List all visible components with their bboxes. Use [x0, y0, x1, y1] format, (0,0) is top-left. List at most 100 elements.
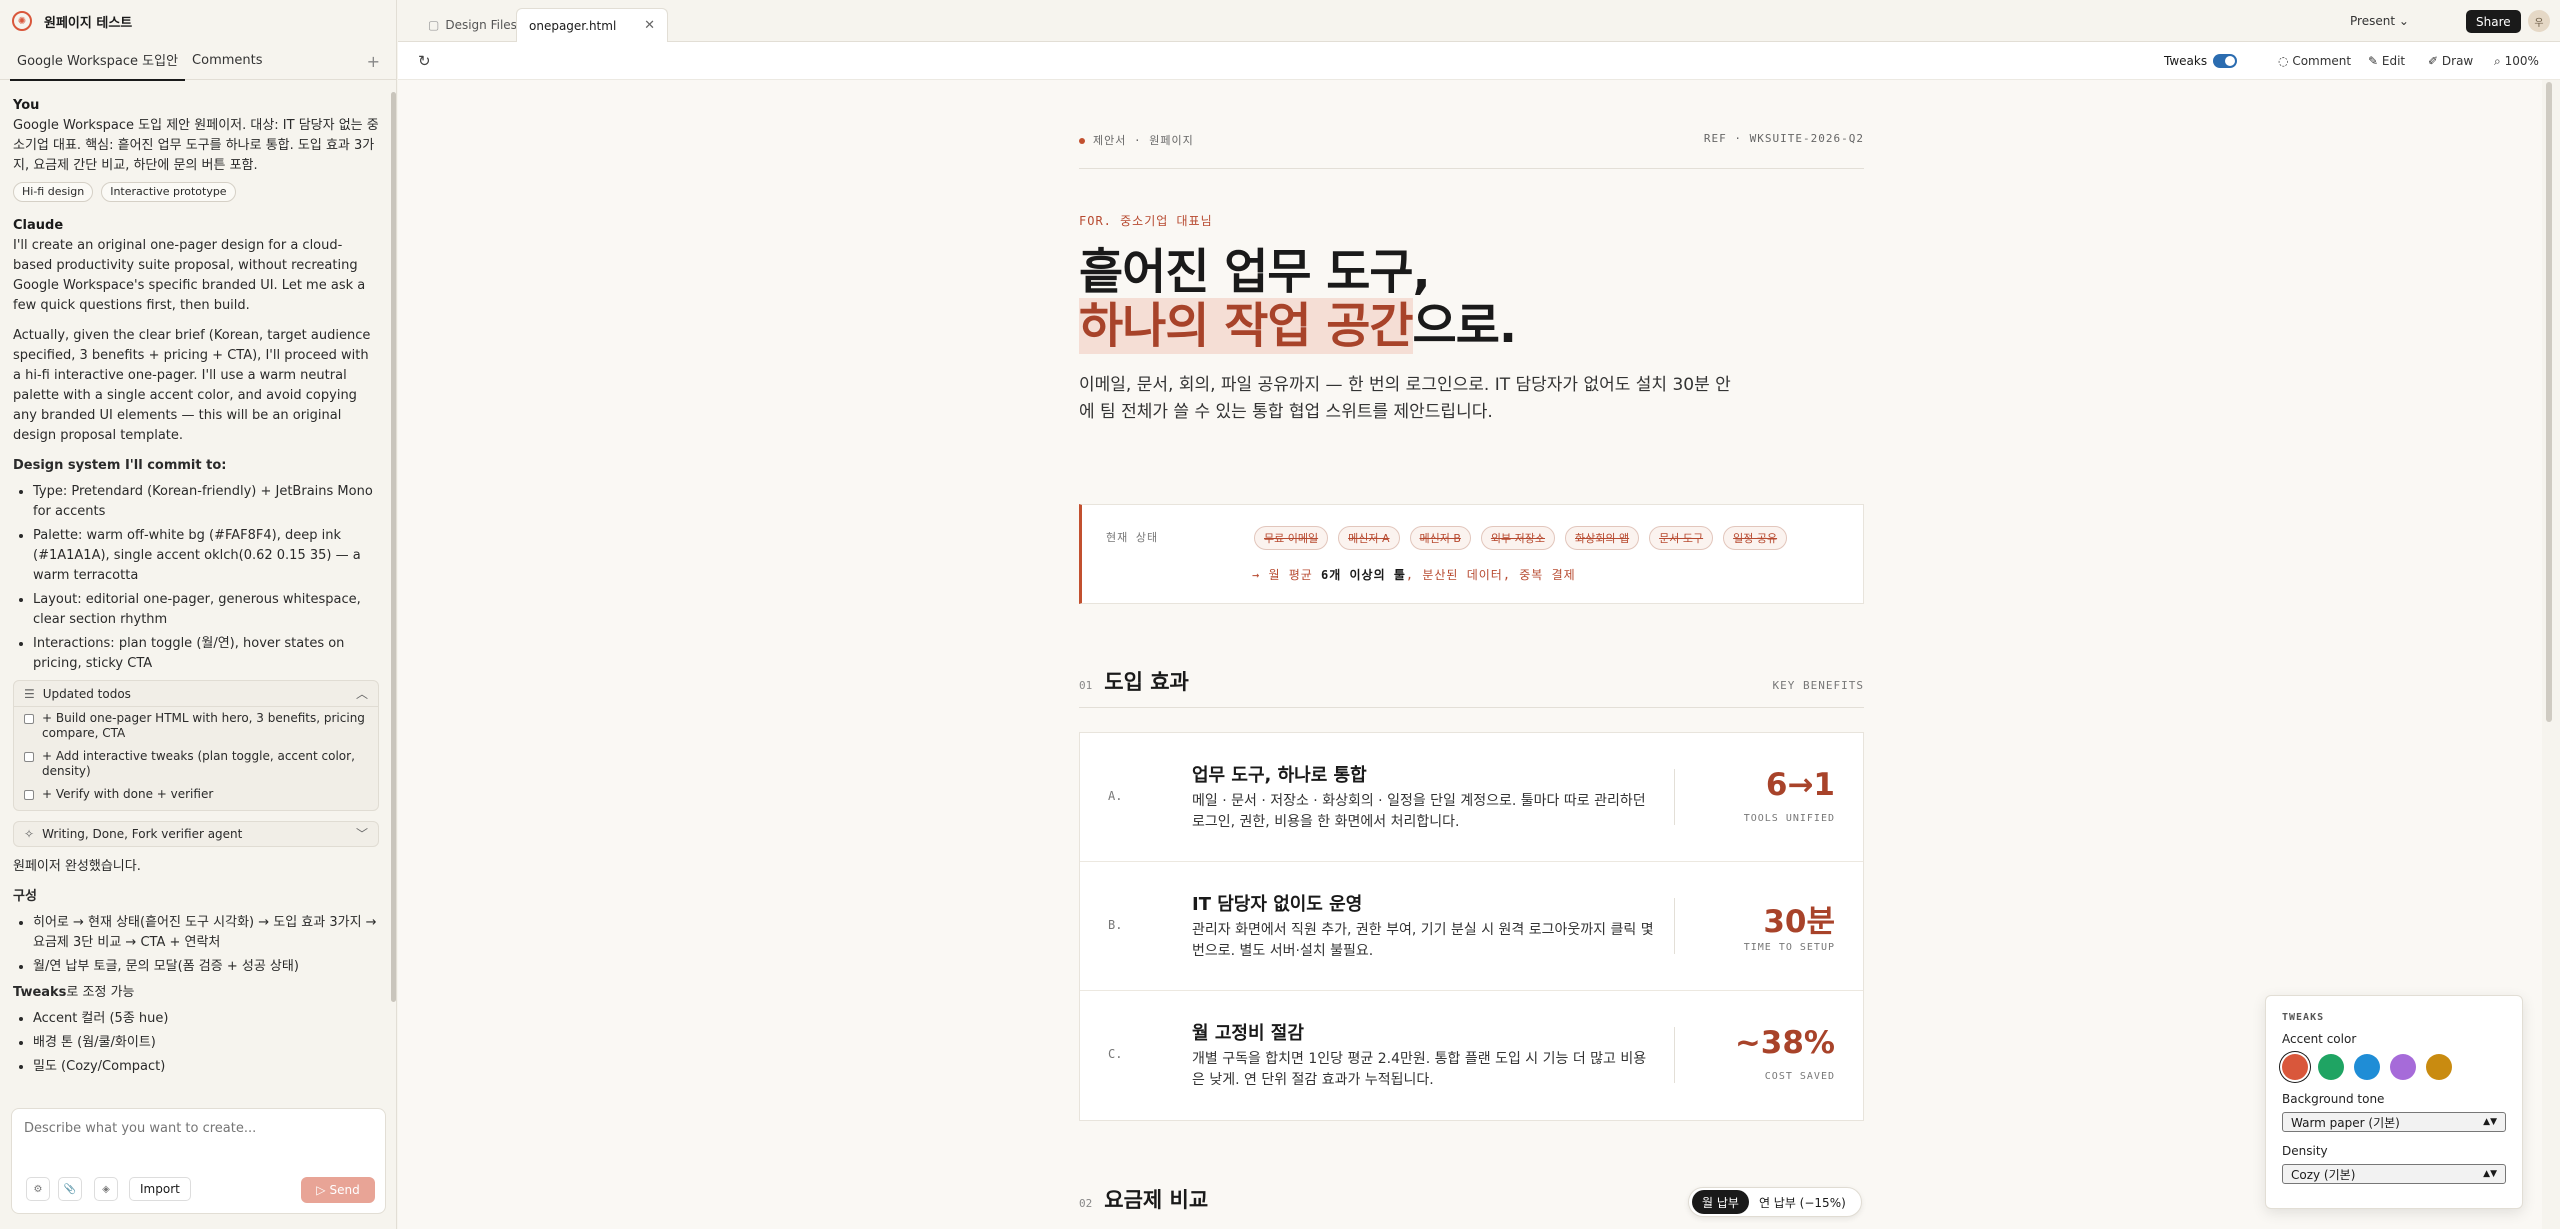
- comment-label: Comment: [2292, 54, 2352, 68]
- attach-icon[interactable]: 📎: [58, 1177, 82, 1201]
- tool-tag: 일정 공유: [1723, 526, 1788, 550]
- prompt-input[interactable]: [24, 1121, 364, 1136]
- benefit-desc: 개별 구독을 합치면 1인당 평균 2.4만원. 통합 플랜 도입 시 기능 더…: [1192, 1051, 1647, 1088]
- edit-tool[interactable]: ✎ Edit: [2368, 54, 2405, 68]
- figma-icon[interactable]: ◈: [94, 1177, 118, 1201]
- audience-line: FOR. 중소기업 대표님: [1079, 214, 1213, 228]
- list-item: Interactions: plan toggle (월/연), hover s…: [33, 634, 379, 674]
- chat-transcript: You Google Workspace 도입 제안 원페이저. 대상: IT …: [0, 90, 392, 1088]
- section-en-label: KEY BENEFITS: [1772, 679, 1864, 692]
- structure-list: 히어로 → 현재 상태(흩어진 도구 시각화) → 도입 효과 3가지 → 요금…: [33, 913, 379, 977]
- folder-icon: ▢: [428, 18, 440, 32]
- divider: [1674, 1027, 1675, 1083]
- tab-design-files[interactable]: ▢ Design Files: [416, 8, 529, 42]
- section-title: 도입 효과: [1104, 670, 1189, 694]
- benefits-list: A. 업무 도구, 하나로 통합 메일 · 문서 · 저장소 · 화상회의 · …: [1079, 732, 1864, 1121]
- new-chat-plus-icon[interactable]: +: [367, 52, 380, 71]
- agent-status-card[interactable]: ✧ Writing, Done, Fork verifier agent ﹀: [13, 821, 379, 847]
- agent-label: Writing, Done, Fork verifier agent: [42, 827, 243, 841]
- send-icon: ▷: [316, 1183, 326, 1197]
- send-button[interactable]: ▷ Send: [301, 1177, 375, 1203]
- plan-monthly-option[interactable]: 월 납부: [1692, 1190, 1749, 1214]
- agent-icon: ✧: [24, 827, 35, 841]
- tab-label: Design Files: [445, 18, 517, 32]
- todos-header[interactable]: ☰ Updated todos ︿: [14, 681, 378, 707]
- tool-tag: 외부 저장소: [1480, 526, 1556, 550]
- plan-yearly-option[interactable]: 연 납부 (−15%): [1749, 1190, 1856, 1214]
- comment-tool[interactable]: ◌ Comment: [2278, 54, 2351, 68]
- hero-rest: 으로.: [1412, 298, 1518, 354]
- assistant-paragraph: Actually, given the clear brief (Korean,…: [13, 328, 371, 443]
- reload-icon[interactable]: ↻: [418, 52, 431, 70]
- todo-text: + Build one-pager HTML with hero, 3 bene…: [42, 711, 365, 740]
- todo-checkbox[interactable]: [24, 714, 34, 724]
- search-icon: ⌕: [2494, 54, 2501, 68]
- zoom-control[interactable]: ⌕ 100%: [2494, 54, 2539, 69]
- benefit-metric: ~38%: [1734, 1025, 1835, 1061]
- app-logo-icon[interactable]: ✺: [12, 11, 32, 31]
- benefit-desc: 메일 · 문서 · 저장소 · 화상회의 · 일정을 단일 계정으로. 툴마다 …: [1192, 793, 1646, 830]
- present-menu[interactable]: Present ⌄: [2350, 14, 2409, 28]
- todo-checkbox[interactable]: [24, 790, 34, 800]
- tab-comments[interactable]: Comments: [185, 43, 269, 78]
- kicker-text: 제안서 · 원페이지: [1093, 134, 1194, 147]
- todos-title: Updated todos: [42, 686, 131, 701]
- list-item: Layout: editorial one-pager, generous wh…: [33, 590, 379, 630]
- canvas-scrollbar[interactable]: [2546, 82, 2552, 722]
- accent-swatch[interactable]: [2318, 1054, 2344, 1080]
- chevron-up-icon[interactable]: ︿: [356, 684, 368, 704]
- status-suffix: , 분산된 데이터, 중복 결제: [1405, 568, 1576, 582]
- design-heading: Design system I'll commit to:: [13, 458, 227, 473]
- assistant-paragraph: I'll create an original one-pager design…: [13, 238, 366, 313]
- tweaks-heading-bold: Tweaks: [13, 985, 67, 1000]
- density-select[interactable]: Cozy (기본) ▲▼: [2282, 1164, 2506, 1184]
- accent-swatch[interactable]: [2426, 1054, 2452, 1080]
- todo-checkbox[interactable]: [24, 752, 34, 762]
- benefit-desc: 관리자 화면에서 직원 추가, 권한 부여, 기기 분실 시 원격 로그아웃까지…: [1192, 922, 1654, 959]
- divider: [1079, 707, 1864, 708]
- import-button[interactable]: Import: [129, 1177, 191, 1201]
- accent-swatch[interactable]: [2390, 1054, 2416, 1080]
- share-button[interactable]: Share: [2466, 10, 2521, 33]
- tweaks-toggle[interactable]: [2213, 54, 2237, 68]
- divider: [1674, 898, 1675, 954]
- chat-scrollbar[interactable]: [391, 92, 396, 1002]
- draw-tool[interactable]: ✐ Draw: [2428, 54, 2473, 68]
- todo-item: + Build one-pager HTML with hero, 3 bene…: [14, 707, 378, 745]
- dot-icon: [1079, 138, 1085, 144]
- settings-icon[interactable]: ⚙: [26, 1177, 50, 1201]
- project-header: ✺ 원페이지 테스트: [0, 0, 396, 42]
- present-label: Present: [2350, 14, 2396, 28]
- chevron-down-icon[interactable]: ﹀: [356, 824, 368, 844]
- status-prefix: → 월 평균: [1252, 568, 1322, 582]
- accent-swatches: [2282, 1054, 2506, 1080]
- benefit-caption: TOOLS UNIFIED: [1743, 813, 1835, 824]
- list-item: 히어로 → 현재 상태(흩어진 도구 시각화) → 도입 효과 3가지 → 요금…: [33, 913, 379, 953]
- doc-meta-row: 제안서 · 원페이지 REF · WKSUITE-2026-Q2: [1079, 132, 1864, 148]
- tweaks-title: TWEAKS: [2282, 1012, 2325, 1023]
- send-label: Send: [329, 1183, 360, 1197]
- bg-tone-select[interactable]: Warm paper (기본) ▲▼: [2282, 1112, 2506, 1132]
- todo-item: + Verify with done + verifier: [14, 783, 378, 810]
- chips: Hi-fi design Interactive prototype: [13, 182, 379, 202]
- tab-conversation[interactable]: Google Workspace 도입안: [10, 40, 186, 81]
- divider: [1079, 168, 1864, 169]
- list-item: 밀도 (Cozy/Compact): [33, 1057, 379, 1077]
- file-tabs-bar: ▢ Design Files onepager.html ✕ Present ⌄ S…: [398, 0, 2560, 42]
- hero-accent: 하나의 작업 공간: [1079, 298, 1414, 354]
- accent-swatch[interactable]: [2354, 1054, 2380, 1080]
- benefit-caption: COST SAVED: [1764, 1071, 1835, 1082]
- close-icon[interactable]: ✕: [644, 18, 655, 33]
- tab-onepager[interactable]: onepager.html ✕: [516, 8, 668, 42]
- chip-hifi[interactable]: Hi-fi design: [13, 182, 94, 202]
- tool-tag: 메신저 B: [1409, 526, 1471, 550]
- avatar[interactable]: 우: [2528, 10, 2550, 32]
- divider: [1674, 769, 1675, 825]
- benefit-letter: B.: [1108, 918, 1123, 932]
- benefit-title: 월 고정비 절감: [1192, 1023, 1304, 1044]
- edit-label: Edit: [2381, 54, 2406, 68]
- user-role: You: [13, 98, 40, 113]
- accent-swatch[interactable]: [2282, 1054, 2308, 1080]
- chip-prototype[interactable]: Interactive prototype: [101, 182, 236, 202]
- benefit-metric: 6→1: [1765, 767, 1835, 803]
